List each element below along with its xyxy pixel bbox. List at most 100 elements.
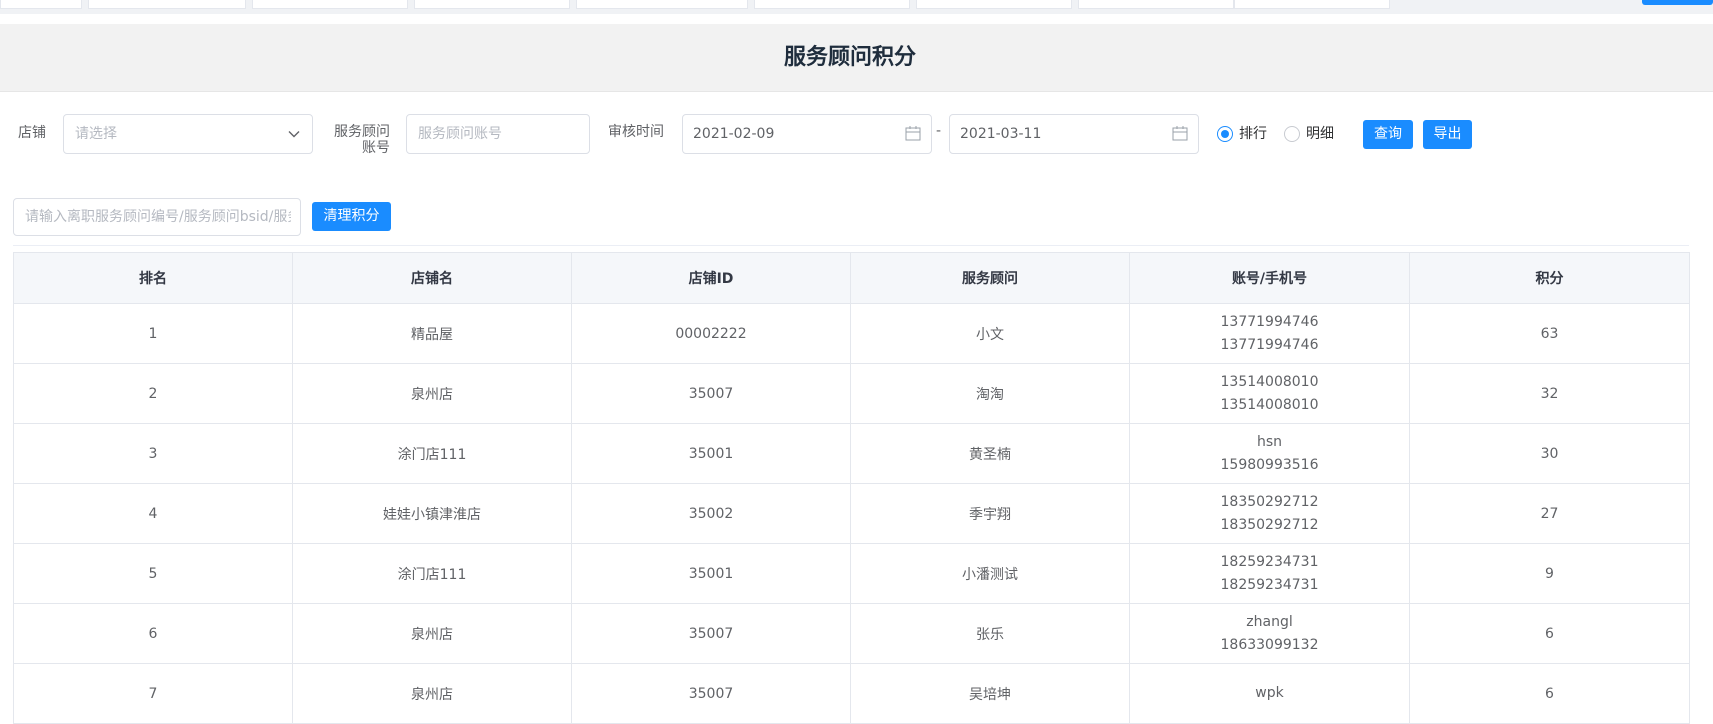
chevron-down-icon <box>288 131 300 138</box>
cell-advisor: 小文 <box>850 303 1130 364</box>
cell-store-name: 娃娃小镇津淮店 <box>292 483 572 544</box>
cell-account: 18350292712 <box>1220 493 1319 510</box>
cell-rank: 1 <box>13 303 293 364</box>
cell-account-phone: 18259234731 18259234731 <box>1129 543 1410 604</box>
column-header-advisor[interactable]: 服务顾问 <box>850 252 1130 304</box>
cell-store-id: 35001 <box>571 543 851 604</box>
store-select[interactable]: 请选择 <box>63 114 313 154</box>
column-header-account-phone[interactable]: 账号/手机号 <box>1129 252 1410 304</box>
cell-points: 9 <box>1409 543 1690 604</box>
tab-stub[interactable] <box>754 0 910 9</box>
audit-time-label: 审核时间 <box>608 124 664 140</box>
column-header-points[interactable]: 积分 <box>1409 252 1690 304</box>
cell-advisor: 小潘测试 <box>850 543 1130 604</box>
cell-points: 27 <box>1409 483 1690 544</box>
account-label-line1: 服务顾问 <box>334 124 390 140</box>
export-button[interactable]: 导出 <box>1423 120 1472 149</box>
date-start-value: 2021-02-09 <box>693 126 775 142</box>
tab-stub[interactable] <box>1234 0 1390 9</box>
cell-account: wpk <box>1255 685 1284 701</box>
tab-stub[interactable] <box>576 0 748 9</box>
cell-store-id: 35007 <box>571 663 851 724</box>
query-button[interactable]: 查询 <box>1363 120 1413 149</box>
cell-advisor: 吴培坤 <box>850 663 1130 724</box>
table-header-row: 排名 店铺名 店铺ID 服务顾问 账号/手机号 积分 <box>13 252 1690 304</box>
cell-store-id: 35007 <box>571 603 851 664</box>
cell-points: 32 <box>1409 363 1690 424</box>
store-label: 店铺 <box>18 125 46 141</box>
date-end-value: 2021-03-11 <box>960 126 1042 142</box>
cell-rank: 5 <box>13 543 293 604</box>
cell-account: 18259234731 <box>1220 553 1319 570</box>
radio-rank-label[interactable]: 排行 <box>1239 126 1267 142</box>
cell-points: 6 <box>1409 663 1690 724</box>
cell-advisor: 张乐 <box>850 603 1130 664</box>
cell-account: 13514008010 <box>1220 373 1319 390</box>
cell-points: 6 <box>1409 603 1690 664</box>
tab-stub[interactable] <box>1078 0 1234 9</box>
calendar-icon <box>905 126 921 141</box>
cell-store-name: 泉州店 <box>292 363 572 424</box>
column-header-store-name[interactable]: 店铺名 <box>292 252 572 304</box>
cell-account-phone: 13771994746 13771994746 <box>1129 303 1410 364</box>
cell-account-phone: zhangl 18633099132 <box>1129 603 1410 664</box>
tab-stub[interactable] <box>916 0 1072 9</box>
table-row[interactable]: 7 泉州店 35007 吴培坤 wpk 6 <box>13 663 1690 724</box>
date-start-picker[interactable]: 2021-02-09 <box>682 114 932 154</box>
resigned-advisor-search-placeholder: 请输入离职服务顾问编号/服务顾问bsid/服务顾问账号 <box>25 209 291 225</box>
cell-account-phone: wpk <box>1129 663 1410 724</box>
cell-phone: 13771994746 <box>1220 336 1319 353</box>
calendar-icon <box>1172 126 1188 141</box>
cell-rank: 4 <box>13 483 293 544</box>
cell-store-name: 涂门店111 <box>292 543 572 604</box>
cell-account-phone: hsn 15980993516 <box>1129 423 1410 484</box>
account-input[interactable]: 服务顾问账号 <box>406 114 590 154</box>
column-header-rank[interactable]: 排名 <box>13 252 293 304</box>
cell-account-phone: 13514008010 13514008010 <box>1129 363 1410 424</box>
account-label-line2: 账号 <box>362 140 390 156</box>
radio-detail[interactable] <box>1284 126 1300 142</box>
store-select-placeholder: 请选择 <box>75 126 117 142</box>
tab-stub[interactable] <box>252 0 408 9</box>
cell-advisor: 季宇翔 <box>850 483 1130 544</box>
account-input-placeholder: 服务顾问账号 <box>418 126 502 142</box>
table-row[interactable]: 5 涂门店111 35001 小潘测试 18259234731 182592347… <box>13 543 1690 604</box>
column-header-store-id[interactable]: 店铺ID <box>571 252 851 304</box>
cell-phone: 18259234731 <box>1220 576 1319 593</box>
clear-points-button[interactable]: 清理积分 <box>312 202 391 231</box>
cell-account-phone: 18350292712 18350292712 <box>1129 483 1410 544</box>
cell-account: zhangl <box>1246 613 1293 630</box>
cell-store-id: 35007 <box>571 363 851 424</box>
tab-stub[interactable] <box>414 0 570 9</box>
cell-phone: 13514008010 <box>1220 396 1319 413</box>
cell-phone: 18633099132 <box>1220 636 1319 653</box>
points-table: 排名 店铺名 店铺ID 服务顾问 账号/手机号 积分 1 精品屋 0000222… <box>13 252 1690 724</box>
cell-account: 13771994746 <box>1220 313 1319 330</box>
title-bar: 服务顾问积分 <box>0 24 1713 92</box>
page-title: 服务顾问积分 <box>783 45 916 70</box>
cell-store-name: 精品屋 <box>292 303 572 364</box>
table-row[interactable]: 1 精品屋 00002222 小文 13771994746 13771994746… <box>13 303 1690 364</box>
date-end-picker[interactable]: 2021-03-11 <box>949 114 1199 154</box>
cell-points: 63 <box>1409 303 1690 364</box>
radio-rank[interactable] <box>1217 126 1233 142</box>
cell-store-name: 涂门店111 <box>292 423 572 484</box>
tab-stub[interactable] <box>0 0 82 9</box>
radio-detail-label[interactable]: 明细 <box>1306 126 1334 142</box>
cell-points: 30 <box>1409 423 1690 484</box>
table-row[interactable]: 4 娃娃小镇津淮店 35002 季宇翔 18350292712 183502927… <box>13 483 1690 544</box>
cell-rank: 3 <box>13 423 293 484</box>
cell-rank: 6 <box>13 603 293 664</box>
tab-stub[interactable] <box>88 0 246 9</box>
cell-store-id: 35001 <box>571 423 851 484</box>
date-range-separator: - <box>936 123 942 139</box>
table-row[interactable]: 6 泉州店 35007 张乐 zhangl 18633099132 6 <box>13 603 1690 664</box>
top-right-button[interactable] <box>1642 0 1713 5</box>
table-row[interactable]: 3 涂门店111 35001 黄圣楠 hsn 15980993516 30 <box>13 423 1690 484</box>
cell-advisor: 黄圣楠 <box>850 423 1130 484</box>
cell-account: hsn <box>1256 433 1283 450</box>
resigned-advisor-search-input[interactable]: 请输入离职服务顾问编号/服务顾问bsid/服务顾问账号 <box>13 198 301 236</box>
table-row[interactable]: 2 泉州店 35007 淘淘 13514008010 13514008010 32 <box>13 363 1690 424</box>
cell-phone: 18350292712 <box>1220 516 1319 533</box>
scrollbar[interactable] <box>1699 14 1713 703</box>
